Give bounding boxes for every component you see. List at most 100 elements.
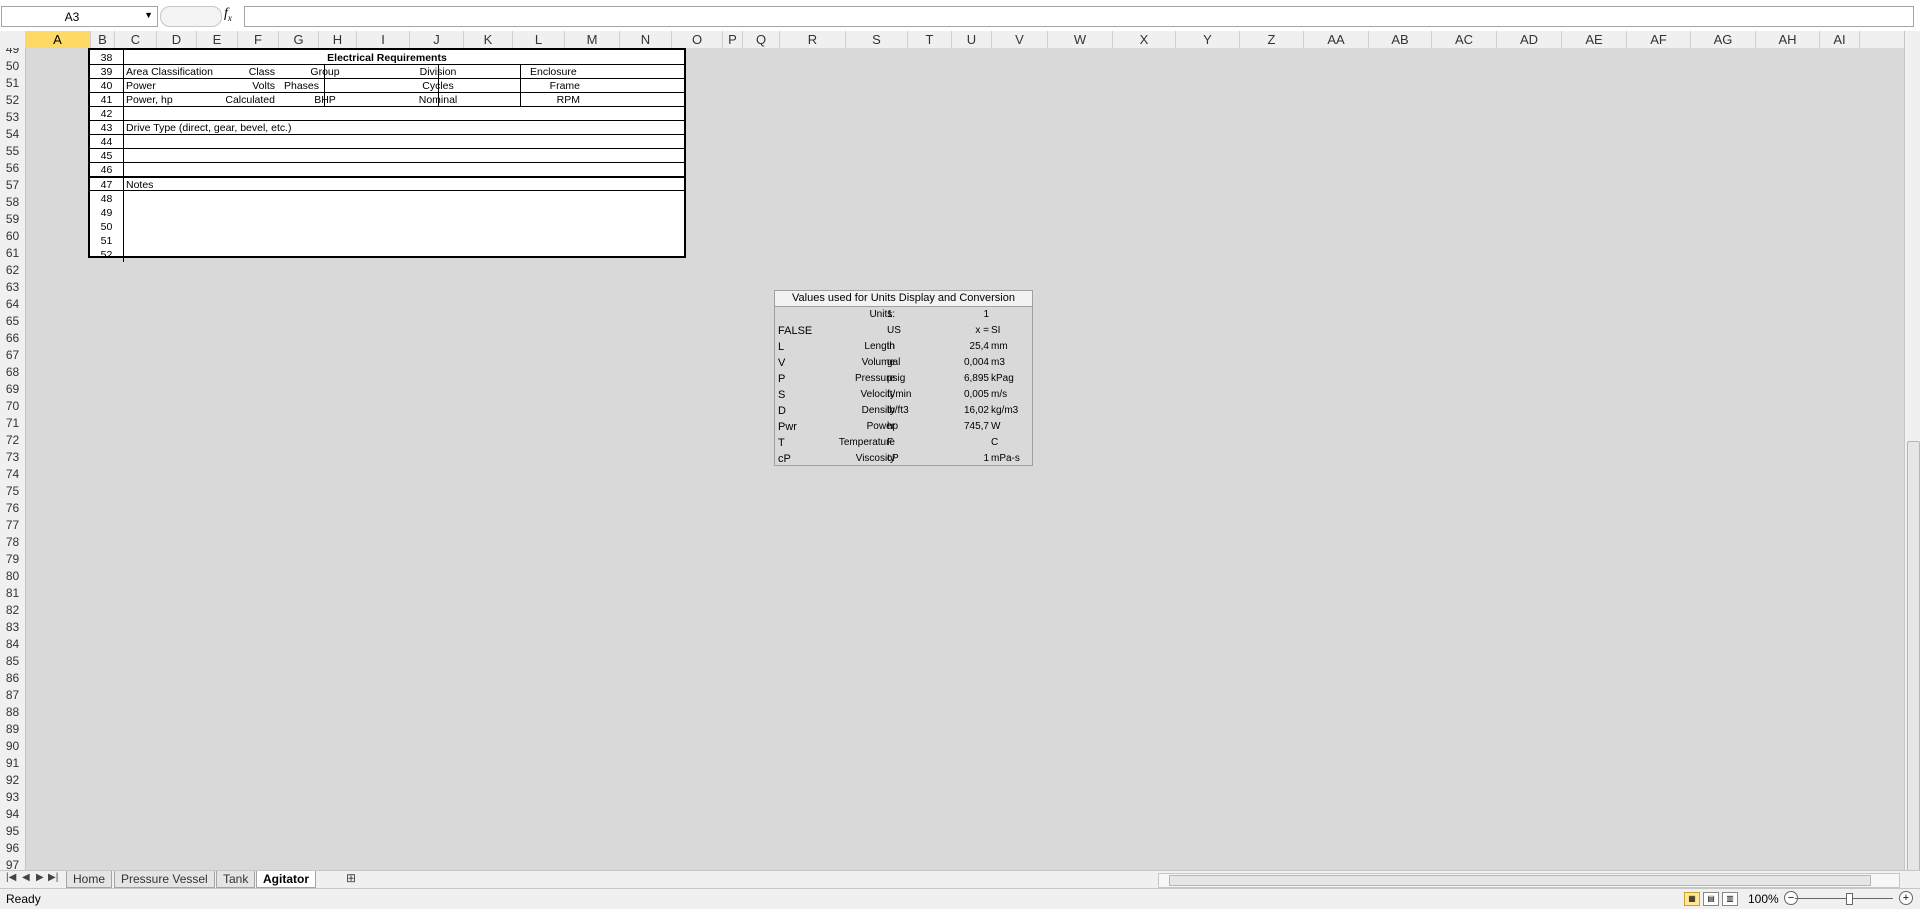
- column-header-z[interactable]: Z: [1240, 31, 1304, 48]
- row-header-80[interactable]: 80: [0, 569, 25, 583]
- row-header-95[interactable]: 95: [0, 824, 25, 838]
- row-header-53[interactable]: 53: [0, 110, 25, 124]
- page-break-view-icon[interactable]: ▥: [1722, 892, 1738, 906]
- column-header-n[interactable]: N: [620, 31, 672, 48]
- column-header-e[interactable]: E: [197, 31, 238, 48]
- row-header-94[interactable]: 94: [0, 807, 25, 821]
- column-header-l[interactable]: L: [513, 31, 565, 48]
- column-header-p[interactable]: P: [723, 31, 743, 48]
- horizontal-scrollbar[interactable]: [1158, 873, 1900, 888]
- formula-input[interactable]: [244, 6, 1914, 27]
- column-header-x[interactable]: X: [1113, 31, 1176, 48]
- last-sheet-icon[interactable]: ▶|: [48, 872, 58, 883]
- horizontal-scroll-thumb[interactable]: [1169, 875, 1871, 886]
- column-header-ab[interactable]: AB: [1369, 31, 1432, 48]
- column-header-w[interactable]: W: [1048, 31, 1113, 48]
- row-header-96[interactable]: 96: [0, 841, 25, 855]
- row-header-62[interactable]: 62: [0, 263, 25, 277]
- column-header-ae[interactable]: AE: [1562, 31, 1627, 48]
- prev-sheet-icon[interactable]: ◀: [22, 872, 30, 883]
- column-header-m[interactable]: M: [565, 31, 620, 48]
- column-header-ag[interactable]: AG: [1691, 31, 1756, 48]
- row-header-76[interactable]: 76: [0, 501, 25, 515]
- row-header-88[interactable]: 88: [0, 705, 25, 719]
- row-header-92[interactable]: 92: [0, 773, 25, 787]
- column-header-f[interactable]: F: [238, 31, 279, 48]
- column-header-a[interactable]: A: [25, 31, 91, 48]
- column-header-ac[interactable]: AC: [1432, 31, 1497, 48]
- row-header-49[interactable]: 49: [0, 48, 25, 56]
- row-header-71[interactable]: 71: [0, 416, 25, 430]
- column-header-ad[interactable]: AD: [1497, 31, 1562, 48]
- zoom-in-icon[interactable]: +: [1899, 891, 1913, 905]
- row-header-54[interactable]: 54: [0, 127, 25, 141]
- row-header-69[interactable]: 69: [0, 382, 25, 396]
- zoom-level[interactable]: 100%: [1748, 892, 1779, 906]
- row-header-84[interactable]: 84: [0, 637, 25, 651]
- zoom-slider-thumb[interactable]: [1846, 893, 1853, 905]
- row-header-58[interactable]: 58: [0, 195, 25, 209]
- vertical-scrollbar[interactable]: [1904, 31, 1920, 873]
- column-header-h[interactable]: H: [319, 31, 357, 48]
- sheet-tab-pressure-vessel[interactable]: Pressure Vessel: [114, 871, 215, 888]
- column-header-i[interactable]: I: [357, 31, 410, 48]
- row-header-75[interactable]: 75: [0, 484, 25, 498]
- row-header-63[interactable]: 63: [0, 280, 25, 294]
- column-header-j[interactable]: J: [410, 31, 464, 48]
- column-header-k[interactable]: K: [464, 31, 513, 48]
- row-header-85[interactable]: 85: [0, 654, 25, 668]
- select-all-corner[interactable]: [0, 31, 26, 48]
- column-header-r[interactable]: R: [780, 31, 846, 48]
- row-header-72[interactable]: 72: [0, 433, 25, 447]
- column-header-d[interactable]: D: [157, 31, 197, 48]
- zoom-slider[interactable]: [1795, 898, 1893, 899]
- row-header-86[interactable]: 86: [0, 671, 25, 685]
- next-sheet-icon[interactable]: ▶: [36, 872, 44, 883]
- row-header-51[interactable]: 51: [0, 76, 25, 90]
- row-header-57[interactable]: 57: [0, 178, 25, 192]
- sheet-tab-tank[interactable]: Tank: [216, 871, 256, 888]
- column-header-t[interactable]: T: [908, 31, 952, 48]
- first-sheet-icon[interactable]: |◀: [6, 872, 16, 883]
- row-header-77[interactable]: 77: [0, 518, 25, 532]
- row-header-97[interactable]: 97: [0, 858, 25, 870]
- column-header-q[interactable]: Q: [743, 31, 780, 48]
- column-header-af[interactable]: AF: [1627, 31, 1691, 48]
- column-header-s[interactable]: S: [846, 31, 908, 48]
- row-header-56[interactable]: 56: [0, 161, 25, 175]
- row-header-91[interactable]: 91: [0, 756, 25, 770]
- column-header-ah[interactable]: AH: [1756, 31, 1820, 48]
- name-box[interactable]: A3 ▼: [1, 6, 158, 27]
- row-header-50[interactable]: 50: [0, 59, 25, 73]
- row-header-52[interactable]: 52: [0, 93, 25, 107]
- normal-view-icon[interactable]: ▦: [1684, 892, 1700, 906]
- column-header-g[interactable]: G: [279, 31, 319, 48]
- column-header-u[interactable]: U: [952, 31, 992, 48]
- row-header-55[interactable]: 55: [0, 144, 25, 158]
- row-header-74[interactable]: 74: [0, 467, 25, 481]
- row-header-81[interactable]: 81: [0, 586, 25, 600]
- column-header-ai[interactable]: AI: [1820, 31, 1860, 48]
- column-header-c[interactable]: C: [115, 31, 157, 48]
- row-header-68[interactable]: 68: [0, 365, 25, 379]
- row-header-60[interactable]: 60: [0, 229, 25, 243]
- row-header-79[interactable]: 79: [0, 552, 25, 566]
- row-header-73[interactable]: 73: [0, 450, 25, 464]
- row-header-66[interactable]: 66: [0, 331, 25, 345]
- row-header-59[interactable]: 59: [0, 212, 25, 226]
- page-layout-view-icon[interactable]: ▤: [1703, 892, 1719, 906]
- column-header-aa[interactable]: AA: [1304, 31, 1369, 48]
- column-header-b[interactable]: B: [91, 31, 115, 48]
- row-header-90[interactable]: 90: [0, 739, 25, 753]
- row-header-89[interactable]: 89: [0, 722, 25, 736]
- insert-function-icon[interactable]: fx: [224, 6, 232, 23]
- row-header-64[interactable]: 64: [0, 297, 25, 311]
- row-header-67[interactable]: 67: [0, 348, 25, 362]
- vertical-scroll-thumb[interactable]: [1907, 441, 1920, 873]
- column-header-o[interactable]: O: [672, 31, 723, 48]
- sheet-tab-home[interactable]: Home: [66, 871, 113, 888]
- row-header-78[interactable]: 78: [0, 535, 25, 549]
- column-header-y[interactable]: Y: [1176, 31, 1240, 48]
- row-header-83[interactable]: 83: [0, 620, 25, 634]
- sheet-tab-agitator[interactable]: Agitator: [256, 871, 316, 888]
